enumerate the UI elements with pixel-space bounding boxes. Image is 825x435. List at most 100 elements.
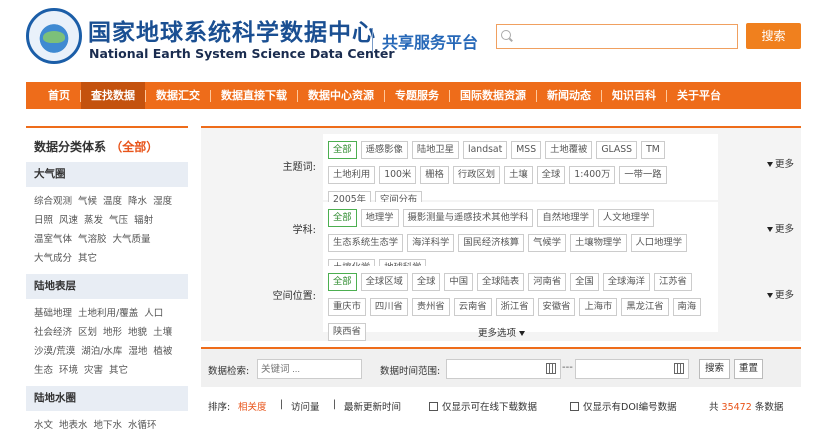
filter-tag[interactable]: 全部 xyxy=(328,141,357,159)
filter-tag[interactable]: 河南省 xyxy=(528,273,567,291)
category-item[interactable]: 综合观测 xyxy=(34,192,72,211)
category-item[interactable]: 地下水 xyxy=(94,416,123,435)
more-options-button[interactable]: 更多选项 xyxy=(478,325,527,339)
category-item[interactable]: 湿度 xyxy=(153,192,172,211)
checkbox[interactable] xyxy=(570,402,579,411)
filter-tag[interactable]: 陕西省 xyxy=(328,323,366,341)
filter-tag[interactable]: 100米 xyxy=(379,166,417,184)
sort-latest[interactable]: 最新更新时间 xyxy=(344,399,401,413)
category-item[interactable]: 蒸发 xyxy=(84,211,103,230)
filter-tag[interactable]: 全球陆表 xyxy=(477,273,525,291)
category-item[interactable]: 其它 xyxy=(109,361,128,380)
filter-tag[interactable]: 人口地理学 xyxy=(630,234,687,252)
filter-tag[interactable]: 海洋科学 xyxy=(407,234,455,252)
filter-tag[interactable]: 摄影测量与遥感技术其他学科 xyxy=(402,209,534,227)
nav-item[interactable]: 关于平台 xyxy=(667,82,731,109)
filter-tag[interactable]: 国民经济核算 xyxy=(458,234,525,252)
checkbox[interactable] xyxy=(429,402,438,411)
filter-tag[interactable]: 全部 xyxy=(328,273,357,291)
filter-tag[interactable]: 人文地理学 xyxy=(597,209,655,227)
sort-visits[interactable]: 访问量 xyxy=(291,399,320,413)
filter-tag[interactable]: 全球 xyxy=(411,273,441,291)
category-item[interactable]: 环境 xyxy=(59,361,78,380)
category-heading[interactable]: 陆地水圈 xyxy=(26,386,188,411)
filter-tag[interactable]: 地理学 xyxy=(360,209,399,227)
filter-tag[interactable]: 中国 xyxy=(444,273,474,291)
category-item[interactable]: 地表水 xyxy=(59,416,88,435)
filter-tag[interactable]: 黑龙江省 xyxy=(621,298,669,316)
category-item[interactable]: 土地利用/覆盖 xyxy=(78,304,138,323)
filter-tag[interactable]: 浙江省 xyxy=(495,298,534,316)
filter-tag[interactable]: 全国 xyxy=(570,273,599,291)
calendar-icon[interactable] xyxy=(674,363,684,374)
start-date-input[interactable] xyxy=(446,359,561,379)
nav-item[interactable]: 国际数据资源 xyxy=(450,82,536,109)
nav-item[interactable]: 数据直接下载 xyxy=(211,82,297,109)
reset-button[interactable]: 重置 xyxy=(734,359,763,379)
category-item[interactable]: 地貌 xyxy=(128,323,147,342)
filter-tag[interactable]: 云南省 xyxy=(453,298,492,316)
search-box[interactable] xyxy=(496,24,738,49)
more-location-button[interactable]: 更多 xyxy=(767,287,794,301)
filter-tag[interactable]: 上海市 xyxy=(579,298,618,316)
category-item[interactable]: 温室气体 xyxy=(34,230,72,249)
nav-item[interactable]: 首页 xyxy=(38,82,80,109)
category-item[interactable]: 大气质量 xyxy=(113,230,151,249)
filter-tag[interactable]: 南海 xyxy=(672,298,702,316)
sort-relevance[interactable]: 相关度 xyxy=(238,399,267,413)
category-item[interactable]: 社会经济 xyxy=(34,323,72,342)
category-item[interactable]: 区划 xyxy=(78,323,97,342)
end-date-input[interactable] xyxy=(575,359,689,379)
category-heading[interactable]: 大气圈 xyxy=(26,162,188,187)
online-download-filter[interactable]: 仅显示可在线下载数据 xyxy=(429,399,537,413)
category-item[interactable]: 气溶胶 xyxy=(78,230,107,249)
category-item[interactable]: 其它 xyxy=(78,249,97,268)
filter-tag[interactable]: 1:400万 xyxy=(569,166,616,184)
category-item[interactable]: 生态 xyxy=(34,361,53,380)
nav-item[interactable]: 知识百科 xyxy=(602,82,666,109)
category-item[interactable]: 水循环 xyxy=(128,416,157,435)
category-item[interactable]: 辐射 xyxy=(134,211,153,230)
nav-item[interactable]: 查找数据 xyxy=(81,82,145,109)
category-item[interactable]: 人口 xyxy=(144,304,163,323)
filter-tag[interactable]: 气候学 xyxy=(528,234,566,252)
filter-tag[interactable]: 行政区划 xyxy=(452,166,501,184)
filter-tag[interactable]: 全球海洋 xyxy=(602,273,650,291)
filter-tag[interactable]: 全部 xyxy=(328,209,357,227)
logo-icon[interactable] xyxy=(26,8,82,64)
filter-tag[interactable]: 土壤物理学 xyxy=(570,234,627,252)
more-theme-button[interactable]: 更多 xyxy=(767,156,794,170)
filter-tag[interactable]: 安徽省 xyxy=(537,298,576,316)
category-item[interactable]: 土壤 xyxy=(153,323,172,342)
calendar-icon[interactable] xyxy=(546,363,556,374)
filter-tag[interactable]: GLASS xyxy=(596,141,638,159)
filter-tag[interactable]: 栅格 xyxy=(420,166,449,184)
category-item[interactable]: 湖泊/水库 xyxy=(81,342,122,361)
category-all-link[interactable]: （全部） xyxy=(110,140,158,154)
filter-tag[interactable]: 四川省 xyxy=(369,298,408,316)
category-heading[interactable]: 陆地表层 xyxy=(26,274,188,299)
keyword-input[interactable] xyxy=(257,359,362,379)
filter-tag[interactable]: 江苏省 xyxy=(653,273,692,291)
category-item[interactable]: 降水 xyxy=(128,192,147,211)
category-item[interactable]: 气候 xyxy=(78,192,97,211)
nav-item[interactable]: 新闻动态 xyxy=(537,82,601,109)
filter-tag[interactable]: 贵州省 xyxy=(411,298,450,316)
filter-tag[interactable]: 土地覆被 xyxy=(545,141,593,159)
category-item[interactable]: 植被 xyxy=(153,342,172,361)
data-search-button[interactable]: 搜索 xyxy=(699,359,730,379)
category-item[interactable]: 灾害 xyxy=(84,361,103,380)
filter-tag[interactable]: 全球 xyxy=(536,166,566,184)
category-item[interactable]: 温度 xyxy=(103,192,122,211)
nav-item[interactable]: 数据中心资源 xyxy=(298,82,384,109)
filter-tag[interactable]: 陆地卫星 xyxy=(411,141,460,159)
filter-tag[interactable]: TM xyxy=(641,141,665,159)
category-item[interactable]: 地形 xyxy=(103,323,122,342)
nav-item[interactable]: 专题服务 xyxy=(385,82,449,109)
category-item[interactable]: 水文 xyxy=(34,416,53,435)
filter-tag[interactable]: 遥感影像 xyxy=(360,141,408,159)
filter-tag[interactable]: landsat xyxy=(463,141,508,159)
category-item[interactable]: 大气成分 xyxy=(34,249,72,268)
more-discipline-button[interactable]: 更多 xyxy=(767,221,794,235)
category-item[interactable]: 沙漠/荒漠 xyxy=(34,342,75,361)
